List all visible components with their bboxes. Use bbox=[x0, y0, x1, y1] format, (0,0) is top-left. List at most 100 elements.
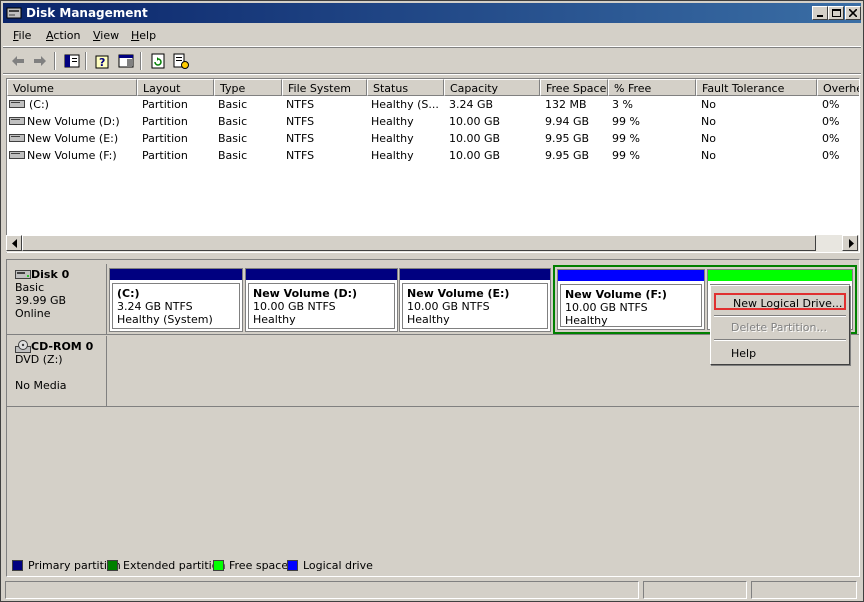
export-list-icon[interactable] bbox=[172, 52, 190, 70]
cell-file-system: NTFS bbox=[286, 149, 315, 162]
partition-size: 10.00 GB NTFS bbox=[253, 300, 336, 313]
partition-status: Healthy bbox=[407, 313, 450, 326]
help-icon[interactable]: ? bbox=[94, 52, 112, 70]
cell-free-space: 9.95 GB bbox=[545, 149, 590, 162]
cell-layout: Partition bbox=[142, 98, 188, 111]
toolbar-separator bbox=[85, 52, 87, 70]
status-pane-3 bbox=[751, 581, 857, 599]
back-arrow-icon[interactable] bbox=[9, 52, 27, 70]
partition-status: Healthy bbox=[565, 314, 608, 327]
logical-drive-bar bbox=[558, 270, 704, 281]
column-header-percent-free[interactable]: % Free bbox=[608, 79, 696, 96]
cdrom-0-label[interactable]: CD-ROM 0 DVD (Z:) No Media bbox=[7, 336, 107, 406]
table-row[interactable]: (C:) Partition Basic NTFS Healthy (S... … bbox=[7, 96, 859, 113]
table-row[interactable]: New Volume (D:) Partition Basic NTFS Hea… bbox=[7, 113, 859, 130]
scroll-right-arrow-icon bbox=[849, 239, 854, 248]
cell-free-space: 9.94 GB bbox=[545, 115, 590, 128]
horizontal-scrollbar[interactable] bbox=[6, 235, 859, 252]
maximize-button[interactable] bbox=[828, 6, 844, 20]
status-bar bbox=[3, 580, 861, 600]
column-header-volume[interactable]: Volume bbox=[7, 79, 137, 96]
close-button[interactable] bbox=[845, 6, 861, 20]
cell-type: Basic bbox=[218, 115, 248, 128]
column-header-capacity[interactable]: Capacity bbox=[444, 79, 540, 96]
partition-status: Healthy bbox=[253, 313, 296, 326]
column-header-free-space[interactable]: Free Space bbox=[540, 79, 608, 96]
menu-item-new-logical-drive[interactable]: New Logical Drive... bbox=[714, 293, 846, 310]
legend-label-logical: Logical drive bbox=[303, 559, 373, 572]
maximize-icon bbox=[832, 9, 841, 17]
menu-help[interactable]: Help bbox=[131, 29, 156, 42]
title-bar[interactable]: Disk Management bbox=[3, 3, 861, 23]
cell-percent-free: 99 % bbox=[612, 115, 640, 128]
context-menu: New Logical Drive... Delete Partition...… bbox=[710, 285, 850, 365]
partition-size: 10.00 GB NTFS bbox=[565, 301, 648, 314]
partition-d[interactable]: New Volume (D:) 10.00 GB NTFS Healthy bbox=[245, 268, 398, 332]
properties-icon[interactable] bbox=[117, 52, 135, 70]
menu-bar: File Action View Help bbox=[3, 25, 861, 47]
partition-c[interactable]: (C:) 3.24 GB NTFS Healthy (System) bbox=[109, 268, 243, 332]
column-header-fault-tolerance[interactable]: Fault Tolerance bbox=[696, 79, 817, 96]
menu-view[interactable]: View bbox=[93, 29, 119, 42]
table-row[interactable]: New Volume (F:) Partition Basic NTFS Hea… bbox=[7, 147, 859, 164]
cell-capacity: 10.00 GB bbox=[449, 115, 501, 128]
cell-status: Healthy bbox=[371, 132, 414, 145]
column-header-file-system[interactable]: File System bbox=[282, 79, 367, 96]
primary-partition-bar bbox=[110, 269, 242, 280]
minimize-button[interactable] bbox=[812, 6, 828, 20]
status-pane-main bbox=[5, 581, 639, 599]
window-title: Disk Management bbox=[26, 6, 148, 20]
table-row[interactable]: New Volume (E:) Partition Basic NTFS Hea… bbox=[7, 130, 859, 147]
cell-fault-tolerance: No bbox=[701, 132, 716, 145]
partition-body: (C:) 3.24 GB NTFS Healthy (System) bbox=[112, 283, 240, 329]
menu-action[interactable]: Action bbox=[46, 29, 80, 42]
scroll-left-button[interactable] bbox=[6, 235, 22, 251]
column-header-layout[interactable]: Layout bbox=[137, 79, 214, 96]
legend-label-extended: Extended partition bbox=[123, 559, 226, 572]
cell-volume: New Volume (E:) bbox=[27, 132, 119, 145]
cell-fault-tolerance: No bbox=[701, 115, 716, 128]
scrollbar-thumb[interactable] bbox=[22, 235, 816, 251]
cell-overhead: 0% bbox=[822, 132, 840, 145]
legend-swatch-logical bbox=[287, 560, 298, 571]
cell-free-space: 9.95 GB bbox=[545, 132, 590, 145]
menu-item-delete-partition[interactable]: Delete Partition... bbox=[714, 319, 846, 336]
cell-capacity: 10.00 GB bbox=[449, 132, 501, 145]
column-header-overhead[interactable]: Overhe bbox=[817, 79, 859, 96]
partition-name: New Volume (D:) bbox=[253, 287, 358, 300]
menu-separator bbox=[714, 315, 846, 317]
disk-size: 39.99 GB bbox=[15, 294, 67, 307]
cell-volume: (C:) bbox=[29, 98, 49, 111]
disk-0-label[interactable]: Disk 0 Basic 39.99 GB Online bbox=[7, 264, 107, 334]
column-header-type[interactable]: Type bbox=[214, 79, 282, 96]
refresh-icon[interactable] bbox=[149, 52, 167, 70]
free-space-bar bbox=[708, 270, 852, 281]
cell-status: Healthy bbox=[371, 149, 414, 162]
cell-capacity: 3.24 GB bbox=[449, 98, 494, 111]
menu-file[interactable]: File bbox=[13, 29, 31, 42]
menu-item-help[interactable]: Help bbox=[714, 345, 846, 362]
cell-type: Basic bbox=[218, 132, 248, 145]
partition-body: New Volume (D:) 10.00 GB NTFS Healthy bbox=[248, 283, 395, 329]
cell-capacity: 10.00 GB bbox=[449, 149, 501, 162]
partition-size: 10.00 GB NTFS bbox=[407, 300, 490, 313]
column-header-status[interactable]: Status bbox=[367, 79, 444, 96]
disk-status: Online bbox=[15, 307, 51, 320]
disk-management-window: Disk Management File Action View Help ? … bbox=[0, 0, 864, 602]
volume-list[interactable]: Volume Layout Type File System Status Ca… bbox=[6, 78, 860, 253]
show-hide-tree-icon[interactable] bbox=[63, 52, 81, 70]
volume-icon bbox=[9, 151, 25, 159]
cell-overhead: 0% bbox=[822, 115, 840, 128]
disk-type: Basic bbox=[15, 281, 45, 294]
forward-arrow-icon[interactable] bbox=[31, 52, 49, 70]
partition-e[interactable]: New Volume (E:) 10.00 GB NTFS Healthy bbox=[399, 268, 551, 332]
partition-f[interactable]: New Volume (F:) 10.00 GB NTFS Healthy bbox=[557, 269, 705, 330]
legend: Primary partition Extended partition Fre… bbox=[6, 555, 860, 577]
cell-file-system: NTFS bbox=[286, 98, 315, 111]
scroll-right-button[interactable] bbox=[842, 235, 858, 251]
cdrom-type: DVD (Z:) bbox=[15, 353, 63, 366]
cd-rom-icon bbox=[15, 340, 31, 353]
partition-name: (C:) bbox=[117, 287, 140, 300]
cell-type: Basic bbox=[218, 149, 248, 162]
partition-name: New Volume (F:) bbox=[565, 288, 667, 301]
